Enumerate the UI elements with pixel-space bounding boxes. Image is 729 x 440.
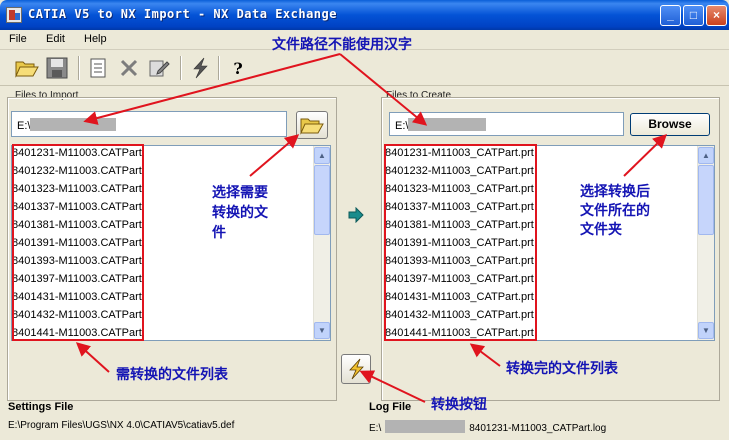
- menu-edit[interactable]: Edit: [46, 33, 65, 45]
- log-file-label: Log File: [369, 401, 412, 413]
- browse-button[interactable]: Browse: [630, 113, 710, 136]
- redacted-path: [385, 420, 466, 433]
- toolbar-separator: [218, 56, 220, 80]
- create-list-highlight: [384, 144, 537, 341]
- log-file-name: 8401231-M11003_CATPart.log: [469, 423, 607, 434]
- annotation-select-dest-1: 选择转换后: [580, 184, 650, 200]
- move-right-arrow-icon[interactable]: [348, 206, 364, 226]
- create-scrollbar[interactable]: ▲ ▼: [697, 146, 714, 340]
- import-list-highlight: [12, 144, 144, 341]
- log-file-path: E:\ 8401231-M11003_CATPart.log: [369, 420, 606, 434]
- scroll-thumb[interactable]: [698, 165, 714, 235]
- menu-help[interactable]: Help: [84, 33, 107, 45]
- select-import-files-button[interactable]: [296, 111, 328, 139]
- scroll-up-arrow-icon[interactable]: ▲: [698, 147, 714, 164]
- scroll-thumb[interactable]: [314, 165, 330, 235]
- import-path-field[interactable]: E:\: [11, 111, 287, 137]
- translate-lightning-icon[interactable]: [186, 54, 214, 82]
- annotation-select-source-3: 件: [212, 225, 226, 241]
- toolbar-separator: [78, 56, 80, 80]
- output-folder-field[interactable]: E:\: [389, 112, 624, 136]
- minimize-button[interactable]: _: [660, 5, 681, 26]
- edit-icon[interactable]: [145, 54, 173, 82]
- annotation-convert-button: 转换按钮: [431, 397, 487, 413]
- delete-x-icon[interactable]: [115, 54, 143, 82]
- open-folder-icon[interactable]: [13, 54, 41, 82]
- convert-button[interactable]: [341, 354, 371, 384]
- annotation-select-dest-2: 文件所在的: [580, 203, 650, 219]
- properties-icon[interactable]: [84, 54, 112, 82]
- redacted-path: [30, 118, 117, 131]
- toolbar: ?: [0, 50, 729, 86]
- title-bar: CATIA V5 to NX Import - NX Data Exchange…: [0, 0, 729, 30]
- scroll-down-arrow-icon[interactable]: ▼: [314, 322, 330, 339]
- import-path-prefix: E:\: [17, 120, 31, 132]
- annotation-dest-list: 转换完的文件列表: [506, 361, 618, 377]
- settings-file-path: E:\Program Files\UGS\NX 4.0\CATIAV5\cati…: [8, 420, 235, 431]
- annotation-select-dest-3: 文件夹: [580, 222, 622, 238]
- window-title: CATIA V5 to NX Import - NX Data Exchange: [28, 7, 337, 21]
- settings-file-label: Settings File: [8, 401, 74, 413]
- close-button[interactable]: ×: [706, 5, 727, 26]
- toolbar-separator: [180, 56, 182, 80]
- log-path-prefix: E:\: [369, 423, 382, 434]
- import-scrollbar[interactable]: ▲ ▼: [313, 146, 330, 340]
- help-question-icon[interactable]: ?: [224, 54, 252, 82]
- redacted-path: [408, 118, 487, 131]
- maximize-button[interactable]: □: [683, 5, 704, 26]
- annotation-source-list: 需转换的文件列表: [116, 367, 228, 383]
- scroll-down-arrow-icon[interactable]: ▼: [698, 322, 714, 339]
- output-path-prefix: E:\: [395, 120, 409, 132]
- scroll-up-arrow-icon[interactable]: ▲: [314, 147, 330, 164]
- menu-file[interactable]: File: [9, 33, 27, 45]
- save-disk-icon[interactable]: [43, 54, 71, 82]
- annotation-select-source-2: 转换的文: [212, 205, 268, 221]
- annotation-path-note: 文件路径不能使用汉字: [272, 37, 412, 53]
- app-icon: [6, 7, 22, 23]
- annotation-select-source-1: 选择需要: [212, 185, 268, 201]
